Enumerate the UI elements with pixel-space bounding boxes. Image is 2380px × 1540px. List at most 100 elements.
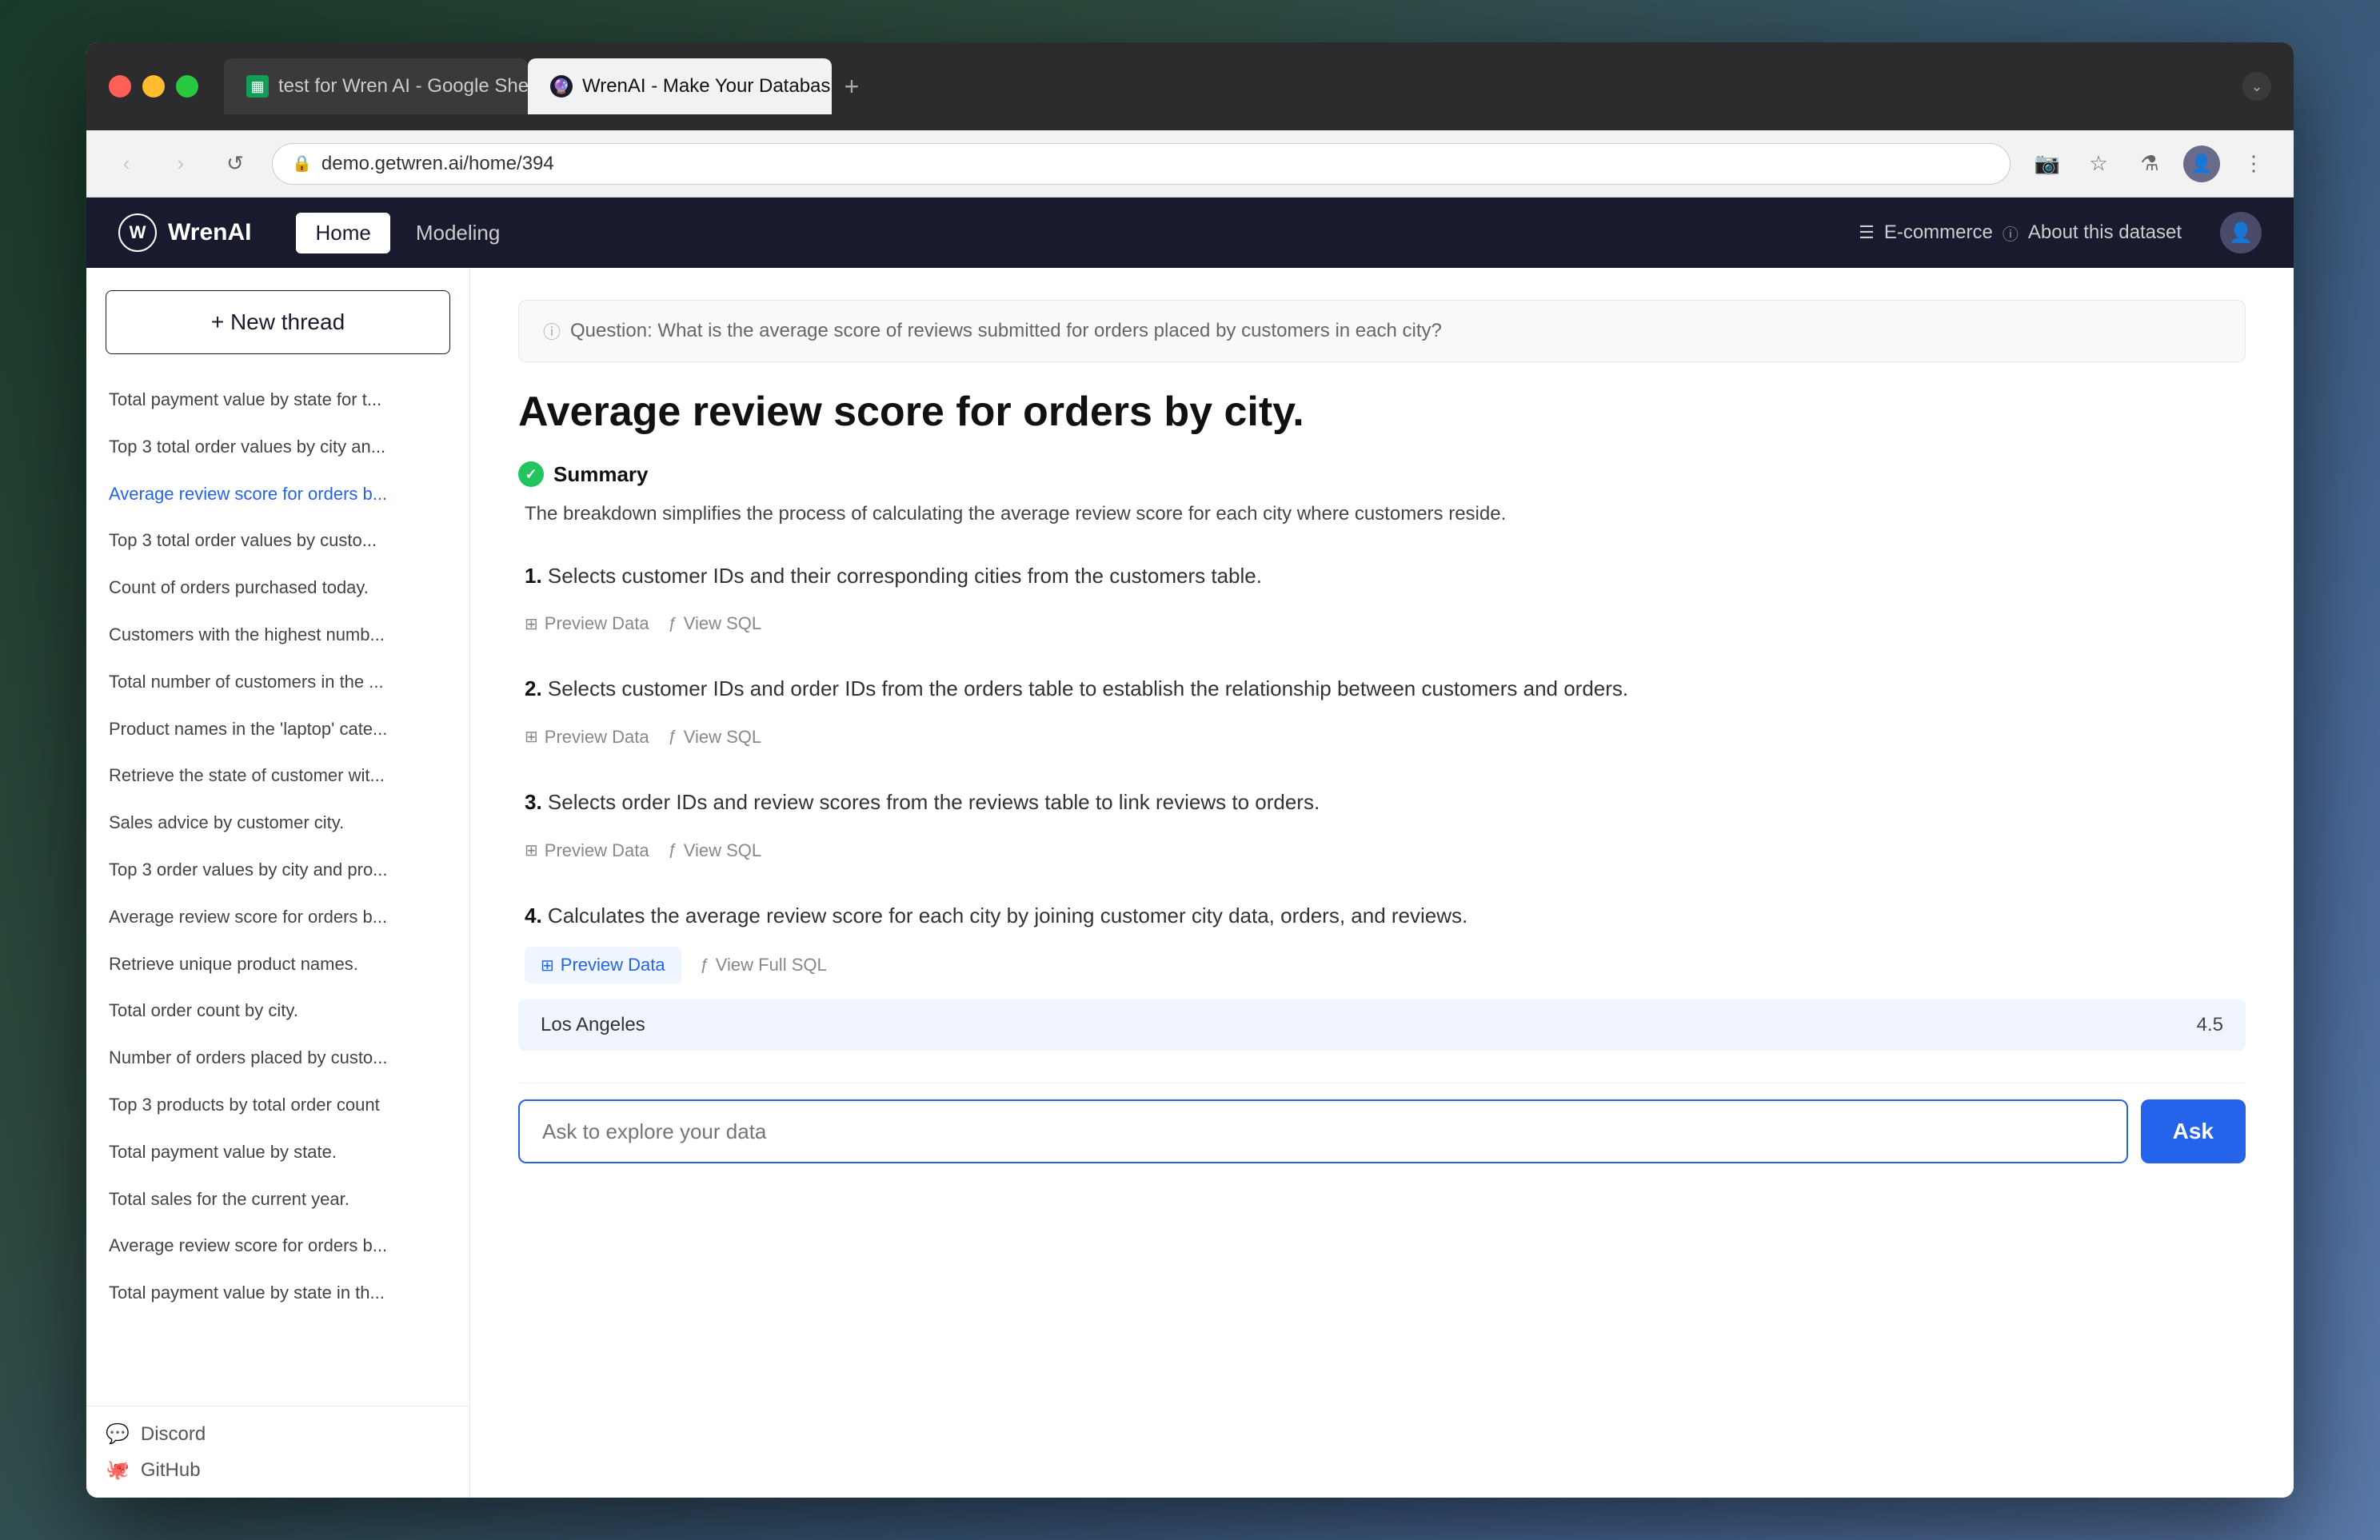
- traffic-lights: [109, 75, 198, 98]
- profile-avatar[interactable]: 👤: [2183, 146, 2220, 182]
- preview-label-4: Preview Data: [561, 955, 665, 975]
- thread-item-17[interactable]: Total payment value by state.: [99, 1129, 457, 1176]
- preview-label-2: Preview Data: [545, 727, 649, 748]
- step-4-description: 4. Calculates the average review score f…: [518, 900, 2246, 933]
- thread-item-15[interactable]: Number of orders placed by custo...: [99, 1035, 457, 1082]
- user-avatar[interactable]: 👤: [2220, 212, 2262, 253]
- bookmark-icon[interactable]: ☆: [2081, 146, 2116, 182]
- sidebar-footer: 💬 Discord 🐙 GitHub: [86, 1406, 469, 1498]
- thread-item-20[interactable]: Total payment value by state in th...: [99, 1270, 457, 1317]
- discord-icon: 💬: [106, 1422, 130, 1446]
- nav-modeling[interactable]: Modeling: [397, 213, 520, 253]
- step-2: 2. Selects customer IDs and order IDs fr…: [518, 672, 2246, 754]
- sql-label-3: View SQL: [684, 840, 761, 861]
- back-button[interactable]: ‹: [109, 146, 144, 182]
- title-bar: ▦ test for Wren AI - Google She ✕ 🔮 Wren…: [86, 42, 2294, 130]
- step-1-number: 1.: [525, 564, 548, 588]
- step-1-actions: ⊞ Preview Data ƒ View SQL: [525, 607, 2246, 640]
- step-2-actions: ⊞ Preview Data ƒ View SQL: [525, 720, 2246, 754]
- check-circle-icon: ✓: [518, 461, 544, 487]
- address-actions: 📷 ☆ ⚗ 👤 ⋮: [2030, 146, 2271, 182]
- thread-item-2[interactable]: Top 3 total order values by city an...: [99, 424, 457, 471]
- preview-icon-4: ⊞: [541, 956, 554, 975]
- view-sql-btn-3[interactable]: ƒ View SQL: [669, 834, 762, 868]
- sql-icon-3: ƒ: [669, 841, 677, 860]
- view-sql-btn-1[interactable]: ƒ View SQL: [669, 607, 762, 640]
- preview-data-btn-2[interactable]: ⊞ Preview Data: [525, 720, 649, 754]
- url-text: demo.getwren.ai/home/394: [321, 153, 554, 175]
- thread-list: Total payment value by state for t... To…: [86, 377, 469, 1406]
- thread-item-18[interactable]: Total sales for the current year.: [99, 1176, 457, 1223]
- thread-item-7[interactable]: Total number of customers in the ...: [99, 659, 457, 706]
- forward-button[interactable]: ›: [163, 146, 198, 182]
- tab-favicon-sheets: ▦: [246, 75, 269, 98]
- question-text: Question: What is the average score of r…: [570, 320, 1442, 342]
- step-3-number: 3.: [525, 790, 548, 814]
- step-2-description: 2. Selects customer IDs and order IDs fr…: [518, 672, 2246, 706]
- close-button[interactable]: [109, 75, 131, 98]
- thread-item-11[interactable]: Top 3 order values by city and pro...: [99, 847, 457, 894]
- thread-item-19[interactable]: Average review score for orders b...: [99, 1223, 457, 1270]
- sql-label-1: View SQL: [684, 613, 761, 634]
- menu-icon[interactable]: ⋮: [2236, 146, 2271, 182]
- summary-section: ✓ Summary The breakdown simplifies the p…: [518, 461, 2246, 531]
- thread-item-9[interactable]: Retrieve the state of customer wit...: [99, 752, 457, 800]
- view-sql-btn-2[interactable]: ƒ View SQL: [669, 720, 762, 754]
- discord-label: Discord: [141, 1423, 206, 1446]
- step-3-actions: ⊞ Preview Data ƒ View SQL: [525, 834, 2246, 868]
- step-2-number: 2.: [525, 676, 548, 700]
- summary-label: Summary: [553, 462, 649, 487]
- thread-item-13[interactable]: Retrieve unique product names.: [99, 941, 457, 988]
- minimize-button[interactable]: [142, 75, 165, 98]
- thread-item-8[interactable]: Product names in the 'laptop' cate...: [99, 706, 457, 753]
- preview-label-1: Preview Data: [545, 613, 649, 634]
- step-3-description: 3. Selects order IDs and review scores f…: [518, 786, 2246, 820]
- summary-header: ✓ Summary: [518, 461, 2246, 487]
- step-1: 1. Selects customer IDs and their corres…: [518, 560, 2246, 641]
- screenshot-icon[interactable]: 📷: [2030, 146, 2065, 182]
- preview-data-btn-1[interactable]: ⊞ Preview Data: [525, 607, 649, 640]
- url-bar[interactable]: 🔒 demo.getwren.ai/home/394: [272, 143, 2011, 185]
- github-link[interactable]: 🐙 GitHub: [106, 1458, 450, 1482]
- maximize-button[interactable]: [176, 75, 198, 98]
- new-thread-button[interactable]: + New thread: [106, 290, 450, 354]
- ask-input[interactable]: [518, 1099, 2128, 1163]
- thread-item-10[interactable]: Sales advice by customer city.: [99, 800, 457, 847]
- thread-item-6[interactable]: Customers with the highest numb...: [99, 612, 457, 659]
- thread-item-4[interactable]: Top 3 total order values by custo...: [99, 517, 457, 565]
- full-sql-icon-4: ƒ: [701, 956, 709, 975]
- step-4-actions: ⊞ Preview Data ƒ View Full SQL: [525, 947, 2246, 983]
- browser-tab-2[interactable]: 🔮 WrenAI - Make Your Databas... ✕: [528, 58, 832, 114]
- thread-item-5[interactable]: Count of orders purchased today.: [99, 565, 457, 612]
- content-area: ⓘ Question: What is the average score of…: [470, 268, 2294, 1498]
- reload-button[interactable]: ↺: [218, 146, 253, 182]
- ask-button[interactable]: Ask: [2141, 1099, 2246, 1163]
- sidebar: + New thread Total payment value by stat…: [86, 268, 470, 1498]
- discord-link[interactable]: 💬 Discord: [106, 1422, 450, 1446]
- preview-data-btn-3[interactable]: ⊞ Preview Data: [525, 834, 649, 868]
- thread-item-3[interactable]: Average review score for orders b...: [99, 471, 457, 518]
- preview-icon-1: ⊞: [525, 614, 538, 634]
- thread-item-12[interactable]: Average review score for orders b...: [99, 894, 457, 941]
- dataset-info: ☰ E-commerce ⓘ About this dataset: [1859, 221, 2182, 245]
- preview-icon-3: ⊞: [525, 840, 538, 860]
- preview-label-3: Preview Data: [545, 840, 649, 861]
- logo-text: WrenAI: [168, 219, 251, 246]
- thread-item-1[interactable]: Total payment value by state for t...: [99, 377, 457, 424]
- wren-logo: W WrenAI: [118, 213, 251, 252]
- browser-tab-1[interactable]: ▦ test for Wren AI - Google She ✕: [224, 58, 528, 114]
- view-full-sql-btn-4[interactable]: ƒ View Full SQL: [701, 948, 827, 982]
- flask-icon[interactable]: ⚗: [2132, 146, 2167, 182]
- thread-item-14[interactable]: Total order count by city.: [99, 987, 457, 1035]
- sql-label-2: View SQL: [684, 727, 761, 748]
- dataset-help-text[interactable]: About this dataset: [2028, 221, 2182, 244]
- nav-home[interactable]: Home: [296, 213, 389, 253]
- tab-2-label: WrenAI - Make Your Databas...: [582, 75, 832, 98]
- thread-item-16[interactable]: Top 3 products by total order count: [99, 1082, 457, 1129]
- app-layout: W WrenAI Home Modeling ☰ E-commerce ⓘ Ab…: [86, 197, 2294, 1498]
- preview-data-btn-4[interactable]: ⊞ Preview Data: [525, 947, 681, 983]
- question-help-icon: ⓘ: [543, 318, 561, 344]
- new-tab-button[interactable]: +: [832, 66, 872, 106]
- preview-icon-2: ⊞: [525, 727, 538, 747]
- window-menu[interactable]: ⌄: [2242, 72, 2271, 101]
